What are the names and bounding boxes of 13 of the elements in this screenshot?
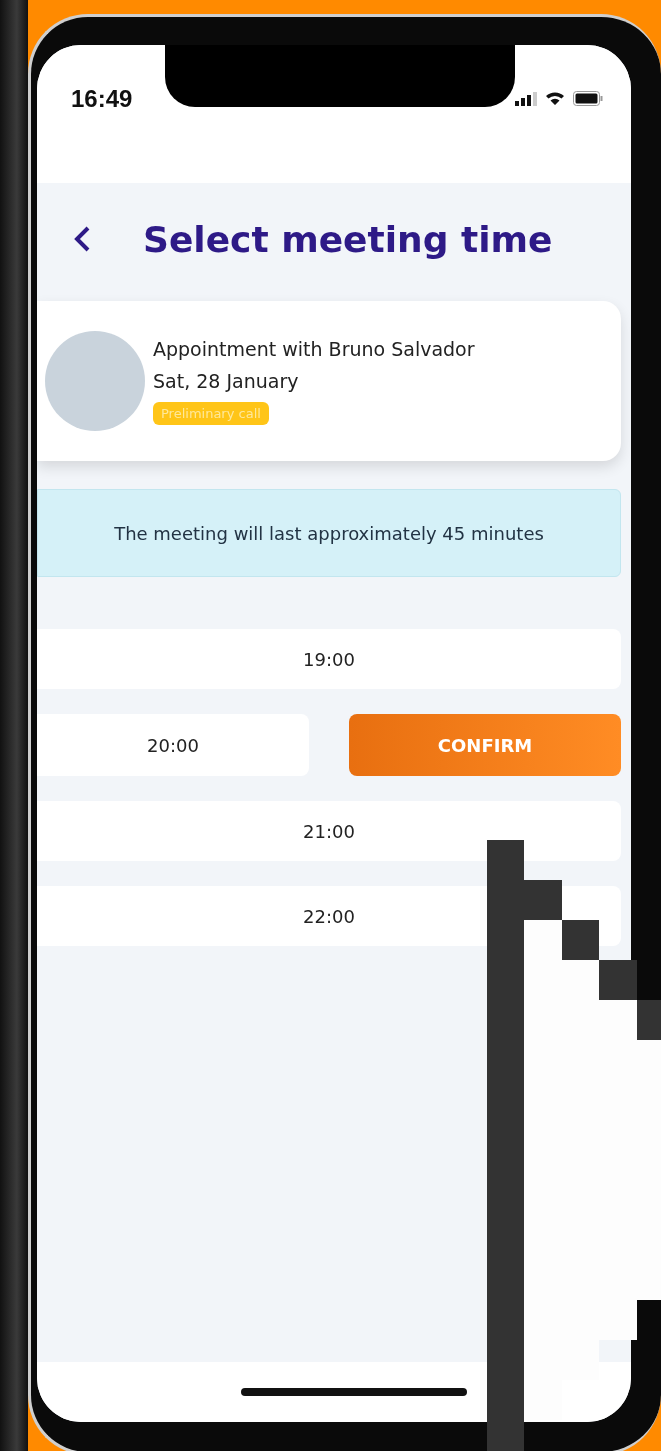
- back-button[interactable]: [73, 225, 91, 253]
- appointment-title: Appointment with Bruno Salvador: [153, 337, 475, 360]
- battery-icon: [573, 91, 603, 106]
- time-slot[interactable]: 21:00: [37, 801, 621, 861]
- appointment-date: Sat, 28 January: [153, 369, 299, 392]
- duration-notice: The meeting will last approximately 45 minutes: [37, 489, 621, 577]
- time-slot[interactable]: 20:00: [37, 714, 309, 776]
- wifi-icon: [545, 91, 565, 106]
- call-type-tag: Preliminary call: [153, 401, 269, 425]
- signal-icon: [515, 91, 537, 106]
- time-slot[interactable]: 19:00: [37, 629, 621, 689]
- page-title: Select meeting time: [143, 218, 553, 260]
- status-time: 16:49: [71, 85, 133, 113]
